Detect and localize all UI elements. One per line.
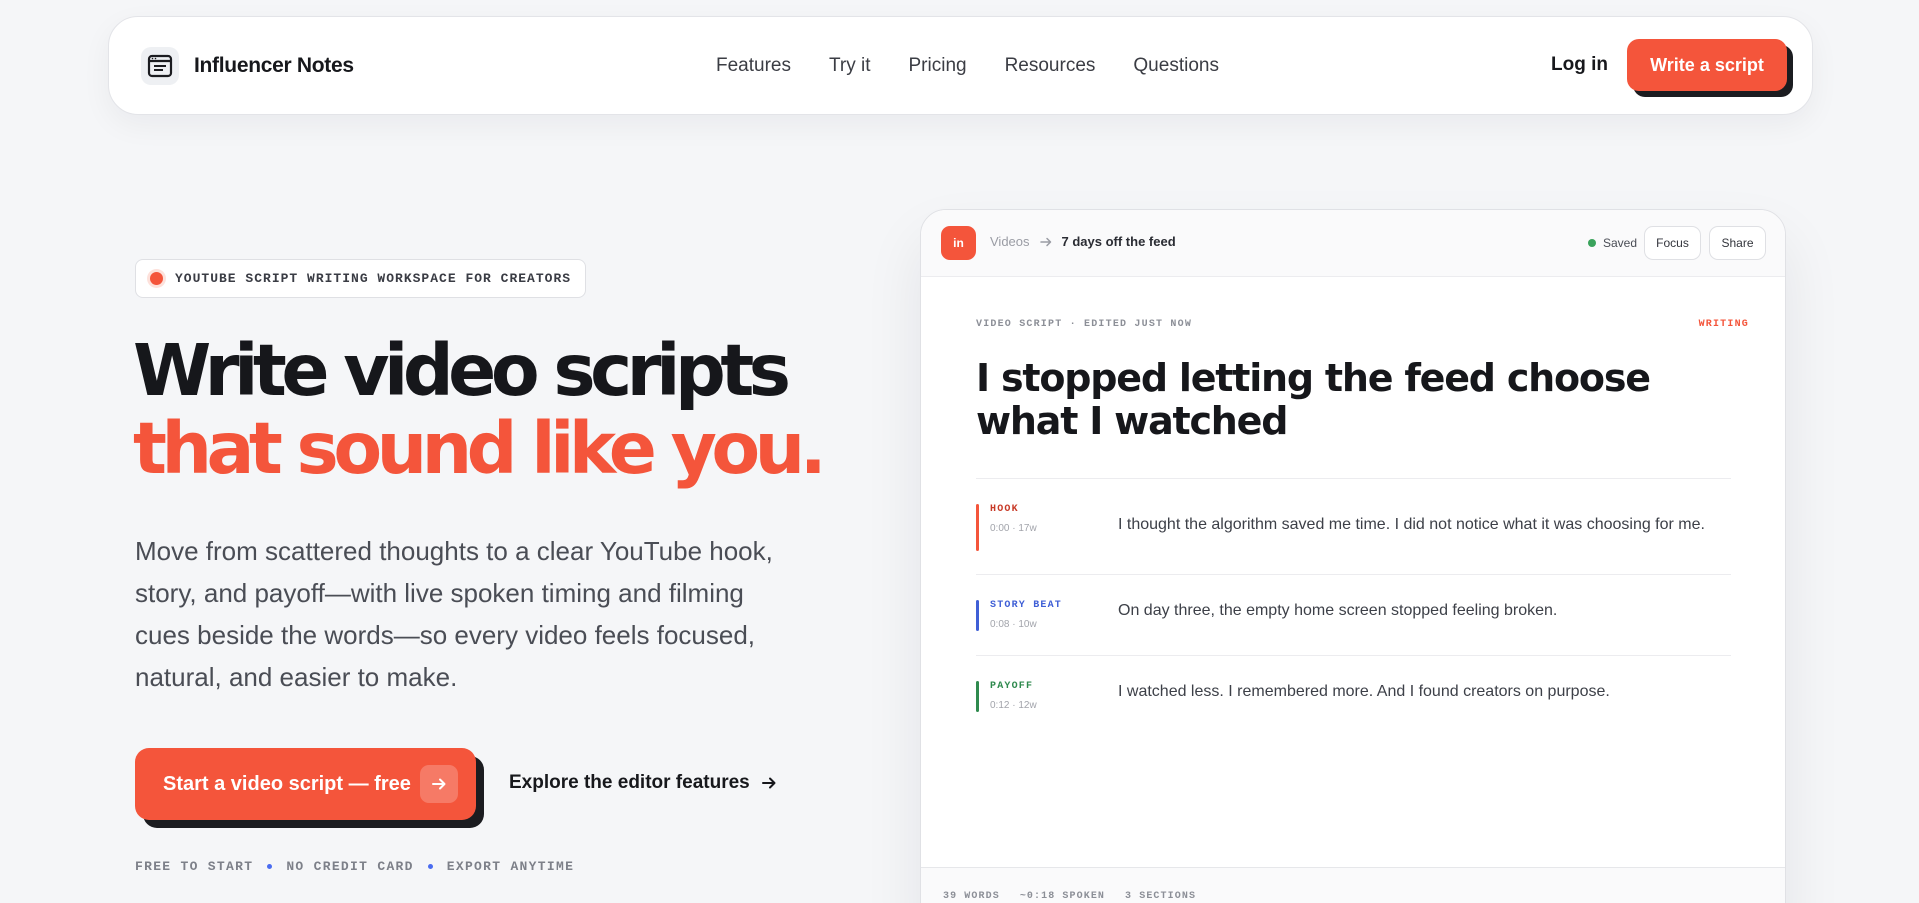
nav-link-features[interactable]: Features	[716, 55, 791, 77]
breadcrumb-parent[interactable]: Videos	[990, 234, 1030, 249]
perks-list: FREE TO START NO CREDIT CARD EXPORT ANYT…	[135, 859, 574, 874]
arrow-right-icon	[420, 765, 458, 803]
divider	[976, 574, 1731, 575]
section-color-bar	[976, 600, 979, 631]
login-link[interactable]: Log in	[1551, 54, 1608, 76]
section-count: 3 SECTIONS	[1125, 891, 1197, 902]
spoken-duration: ~0:18 SPOKEN	[1019, 891, 1106, 902]
divider	[976, 478, 1731, 479]
arrow-right-icon	[1039, 237, 1051, 246]
section-label: PAYOFF	[990, 681, 1034, 692]
script-stats: 39 WORDS ~0:18 SPOKEN 3 SECTIONS	[943, 891, 1196, 902]
hero-headline: Write video scripts that sound like you.	[133, 329, 827, 490]
write-script-button[interactable]: Write a script	[1627, 39, 1787, 91]
perk-item: EXPORT ANYTIME	[446, 859, 575, 874]
brand[interactable]: Influencer Notes	[141, 47, 354, 85]
arrow-right-icon	[761, 777, 776, 789]
section-label: HOOK	[990, 504, 1019, 515]
section-timing: 0:08 · 10w	[990, 619, 1037, 630]
eyebrow-text: YOUTUBE SCRIPT WRITING WORKSPACE FOR CRE…	[175, 271, 572, 286]
breadcrumb-current: 7 days off the feed	[1061, 234, 1176, 249]
top-nav: Influencer Notes Features Try it Pricing…	[108, 16, 1813, 115]
nav-link-resources[interactable]: Resources	[1005, 55, 1096, 77]
section-color-bar	[976, 681, 979, 712]
eyebrow-badge: YOUTUBE SCRIPT WRITING WORKSPACE FOR CRE…	[135, 259, 586, 298]
save-status-label: Saved	[1603, 236, 1638, 250]
script-section-story-beat[interactable]: STORY BEAT 0:08 · 10w On day three, the …	[976, 600, 1731, 632]
script-title[interactable]: I stopped letting the feed choose what I…	[976, 357, 1736, 443]
nav-links: Features Try it Pricing Resources Questi…	[716, 17, 1219, 114]
nav-link-try-it[interactable]: Try it	[829, 55, 871, 77]
script-editor-preview: in Videos 7 days off the feed Saved Focu…	[920, 209, 1786, 903]
start-script-button[interactable]: Start a video script — free	[135, 748, 476, 820]
start-script-label: Start a video script — free	[163, 772, 411, 795]
divider	[976, 655, 1731, 656]
section-text: I thought the algorithm saved me time. I…	[1118, 516, 1705, 533]
headline-line-2: that sound like you.	[133, 407, 827, 490]
notes-logo-icon	[141, 47, 179, 85]
script-section-hook[interactable]: HOOK 0:00 · 17w I thought the algorithm …	[976, 504, 1731, 554]
nav-link-pricing[interactable]: Pricing	[909, 55, 967, 77]
bullet-dot-icon	[267, 864, 273, 869]
section-timing: 0:12 · 12w	[990, 700, 1037, 711]
section-text: I watched less. I remembered more. And I…	[1118, 683, 1610, 700]
bullet-dot-icon	[427, 864, 433, 869]
save-status: Saved	[1588, 236, 1637, 250]
explore-features-link[interactable]: Explore the editor features	[509, 772, 778, 794]
brand-name: Influencer Notes	[194, 54, 354, 77]
headline-line-1: Write video scripts	[133, 329, 791, 412]
explore-features-label: Explore the editor features	[509, 772, 750, 793]
section-text: On day three, the empty home screen stop…	[1118, 602, 1558, 619]
script-status-badge: WRITING	[1698, 319, 1749, 330]
editor-footer: 39 WORDS ~0:18 SPOKEN 3 SECTIONS	[921, 867, 1785, 903]
word-count: 39 WORDS	[943, 891, 1000, 902]
app-logo-icon[interactable]: in	[941, 226, 976, 260]
perk-item: NO CREDIT CARD	[286, 859, 414, 874]
perk-item: FREE TO START	[135, 859, 254, 874]
section-label: STORY BEAT	[990, 600, 1063, 611]
section-color-bar	[976, 504, 979, 551]
nav-link-questions[interactable]: Questions	[1133, 55, 1219, 77]
editor-toolbar: in Videos 7 days off the feed Saved Focu…	[921, 210, 1785, 277]
script-section-payoff[interactable]: PAYOFF 0:12 · 12w I watched less. I reme…	[976, 681, 1731, 713]
breadcrumb: Videos 7 days off the feed	[990, 234, 1176, 249]
focus-button[interactable]: Focus	[1644, 226, 1701, 260]
status-dot-icon	[150, 272, 163, 285]
saved-dot-icon	[1588, 239, 1596, 247]
hero-lead: Move from scattered thoughts to a clear …	[135, 536, 773, 692]
section-timing: 0:00 · 17w	[990, 523, 1037, 534]
share-button[interactable]: Share	[1709, 226, 1766, 260]
script-meta: VIDEO SCRIPT · EDITED JUST NOW	[976, 319, 1193, 330]
